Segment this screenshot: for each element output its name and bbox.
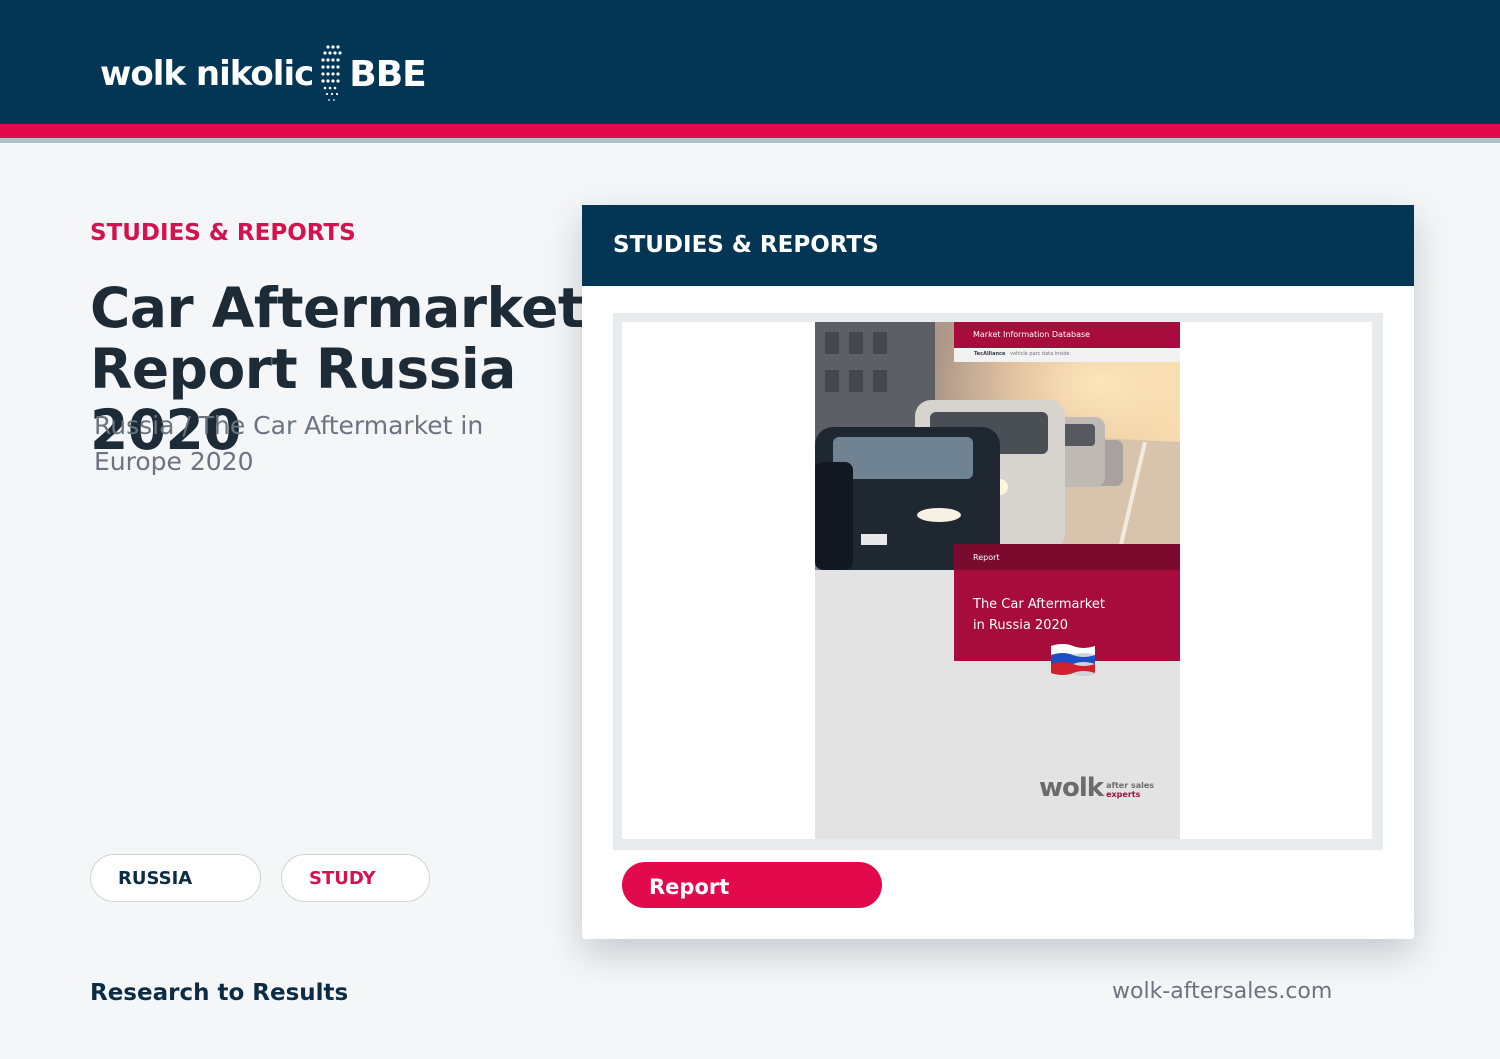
logo-brand: BBE <box>349 53 426 95</box>
header-accent-line <box>0 124 1500 138</box>
cover-partner-strip: TecAlliance vehicle parc data inside <box>954 348 1180 362</box>
cover-logo-tag-line-1: after sales <box>1106 781 1155 790</box>
brand-logo[interactable]: wolk nikolic BBE <box>100 44 427 104</box>
cover-strip-text: vehicle parc data inside <box>1010 351 1070 357</box>
logo-wordmark: wolk nikolic <box>100 54 314 94</box>
cover-strip-brand: TecAlliance <box>974 351 1006 357</box>
cover-publisher-logo: wolk after sales experts <box>1039 775 1154 801</box>
page-title-line-1: Car Aftermarket <box>90 276 584 340</box>
cover-top-banner: Market Information Database <box>954 322 1180 348</box>
report-card: STUDIES & REPORTS Market Information Dat… <box>582 205 1414 939</box>
cover-logo-wordmark: wolk <box>1039 773 1104 803</box>
cover-title-line-1: The Car Aftermarket <box>973 597 1105 612</box>
cover-section-label: Report <box>973 553 1000 562</box>
logo-dots-icon <box>321 45 342 101</box>
card-header: STUDIES & REPORTS <box>582 205 1414 286</box>
cover-top-label: Market Information Database <box>973 330 1091 339</box>
cover-title-line-2: in Russia 2020 <box>973 618 1069 633</box>
cover-title: The Car Aftermarket in Russia 2020 <box>973 594 1153 636</box>
footer-tagline: Research to Results <box>90 980 349 1006</box>
tag-study[interactable]: STUDY <box>281 854 430 902</box>
page-subtitle: Russia / The Car Aftermarket in Europe 2… <box>94 408 514 480</box>
section-kicker: STUDIES & REPORTS <box>90 220 356 246</box>
cover-section-bar: Report <box>954 544 1180 570</box>
report-preview-frame: Market Information Database TecAlliance … <box>613 313 1383 850</box>
page-subtitle-line-2: Europe 2020 <box>94 447 254 476</box>
cover-logo-tag-line-2: experts <box>1106 790 1141 799</box>
report-cover-image[interactable]: Market Information Database TecAlliance … <box>815 322 1180 839</box>
report-preview: Market Information Database TecAlliance … <box>622 322 1372 839</box>
report-button[interactable]: Report <box>622 862 882 908</box>
russia-flag-icon <box>1051 644 1095 676</box>
cover-logo-tagline: after sales experts <box>1106 781 1154 801</box>
header-divider <box>0 138 1500 143</box>
page-subtitle-line-1: Russia / The Car Aftermarket in <box>94 411 484 440</box>
card-title: STUDIES & REPORTS <box>613 232 879 258</box>
tag-russia[interactable]: RUSSIA <box>90 854 261 902</box>
website-link[interactable]: wolk-aftersales.com <box>1112 979 1332 1004</box>
